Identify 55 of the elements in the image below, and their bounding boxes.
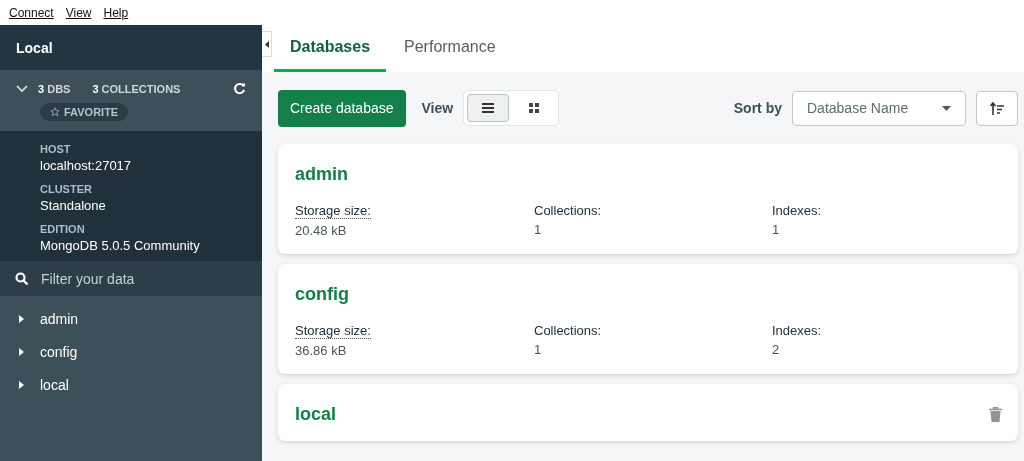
stat-value: 36.86 kB <box>295 343 347 358</box>
list-icon <box>482 103 495 113</box>
database-tree-item[interactable]: config <box>40 343 78 360</box>
caret-right-icon[interactable] <box>19 380 24 389</box>
database-tree-item[interactable]: local <box>40 376 69 393</box>
stat-label: Collections: <box>534 323 602 338</box>
sort-label: Sort by <box>733 100 782 116</box>
caret-left-icon <box>264 40 269 48</box>
info-value: MongoDB 5.0.5 Community <box>40 238 201 253</box>
database-name-link[interactable]: local <box>295 404 337 425</box>
stat-label: Storage size: <box>295 203 371 219</box>
trash-icon[interactable] <box>989 407 1002 422</box>
caret-right-icon[interactable] <box>19 314 24 323</box>
database-tree-item[interactable]: admin <box>40 310 79 327</box>
stat-value: 1 <box>534 222 542 237</box>
list-view-button[interactable] <box>467 94 510 122</box>
stat-count: 3 DBS <box>38 82 71 95</box>
stat-count: 3 COLLECTIONS <box>92 82 181 95</box>
connection-title: Local <box>0 25 262 70</box>
menu-item[interactable]: View <box>65 5 92 20</box>
stat-value: 1 <box>772 222 780 237</box>
info-value: localhost:27017 <box>40 158 133 173</box>
filter-input[interactable]: Filter your data <box>41 270 241 287</box>
stat-value: 1 <box>534 342 542 357</box>
menu-item[interactable]: Help <box>103 5 129 20</box>
info-label: EDITION <box>40 223 86 235</box>
database-name-link[interactable]: admin <box>295 164 348 185</box>
info-label: HOST <box>40 143 72 155</box>
view-label: View <box>421 100 454 116</box>
stat-label: Indexes: <box>772 323 822 338</box>
info-value: Standalone <box>40 198 107 213</box>
tab[interactable]: Performance <box>388 25 512 72</box>
info-label: CLUSTER <box>40 183 93 195</box>
collapse-sidebar-button[interactable] <box>262 31 272 57</box>
stat-label: Indexes: <box>772 203 822 218</box>
search-icon <box>15 271 29 286</box>
grid-icon <box>529 103 540 113</box>
stat-label: Storage size: <box>295 323 371 339</box>
refresh-icon[interactable] <box>233 82 246 95</box>
filter-field[interactable]: Filter your data <box>0 261 262 296</box>
database-name-link[interactable]: config <box>295 284 349 305</box>
sort-ascending-icon <box>990 101 1004 115</box>
favorite-button[interactable]: FAVORITE <box>40 103 129 121</box>
sort-dropdown[interactable]: Database Name <box>792 90 966 126</box>
tab[interactable]: Databases <box>274 25 387 72</box>
chevron-down-icon[interactable] <box>16 84 28 93</box>
stat-value: 20.48 kB <box>295 223 347 238</box>
stat-label: Collections: <box>534 203 602 218</box>
sort-direction-button[interactable] <box>976 90 1018 126</box>
create-database-button[interactable]: Create database <box>278 89 406 127</box>
star-icon <box>50 107 60 117</box>
stat-value: 2 <box>772 342 780 357</box>
caret-down-icon <box>942 105 951 111</box>
menu-item[interactable]: Connect <box>9 5 54 20</box>
caret-right-icon[interactable] <box>19 347 24 356</box>
